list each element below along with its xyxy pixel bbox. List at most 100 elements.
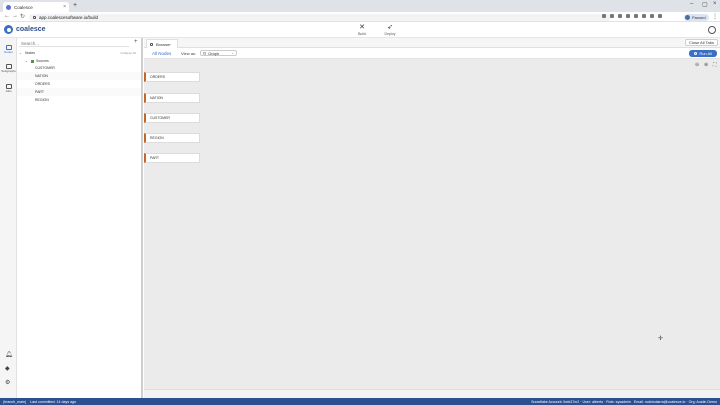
rail-item-nodes[interactable]: Nodes xyxy=(0,45,17,54)
graph-node-customer[interactable]: CUSTOMER xyxy=(144,113,200,123)
nav-build-label: Build xyxy=(358,32,366,36)
reload-icon[interactable]: ↻ xyxy=(20,13,25,20)
tree-item-label: CUSTOMER xyxy=(35,66,55,70)
app-header: coalesce ✕ Build ➶ Deploy xyxy=(0,22,720,38)
nav-build[interactable]: ✕ Build xyxy=(352,24,372,36)
graph-node-label: NATION xyxy=(150,96,163,100)
tree-item-orders[interactable]: ORDERS xyxy=(17,80,141,88)
tree-group-label: Sources xyxy=(35,59,49,63)
run-all-button[interactable]: Run All xyxy=(688,50,717,57)
browser-tabstrip: Coalesce × + – ▢ × xyxy=(0,0,720,12)
user-info: Email: rodnicolarra@coalesce.io · Org: A… xyxy=(633,399,717,404)
logo-text: coalesce xyxy=(16,26,46,33)
tree-item-label: PART xyxy=(35,90,45,94)
profile-button[interactable]: Paused xyxy=(684,13,709,21)
mouse-cursor-icon: ✛ xyxy=(658,336,664,342)
status-bar: (branch_main) Last committed: 14 days ag… xyxy=(0,398,720,405)
run-all-label: Run All xyxy=(699,51,712,56)
close-all-tabs-button[interactable]: Close All Tabs xyxy=(684,39,718,46)
graph-node-orders[interactable]: ORDERS xyxy=(144,72,200,82)
graph-icon: ⅁ xyxy=(203,50,207,56)
git-branch[interactable]: (branch_main) xyxy=(3,400,26,404)
tree-item-customer[interactable]: CUSTOMER xyxy=(17,64,141,72)
graph-node-label: ORDERS xyxy=(150,75,165,79)
rail-label-nodes: Nodes xyxy=(4,50,13,54)
gear-icon[interactable]: ⚙ xyxy=(5,379,10,386)
star-icon[interactable] xyxy=(610,14,614,18)
coalesce-favicon-icon xyxy=(6,4,11,10)
address-bar[interactable]: app.coalescesoftware.io/build xyxy=(29,13,611,21)
view-as-select[interactable]: ⅁ Graph ⌄ xyxy=(200,50,237,56)
workspace-tabs: Browser Close All Tabs xyxy=(144,38,720,48)
graph-node-nation[interactable]: NATION xyxy=(144,93,200,103)
back-icon[interactable]: ← xyxy=(4,13,10,19)
rocket-icon: ➶ xyxy=(387,24,393,31)
browser-menu-icon[interactable]: ⋮ xyxy=(712,13,718,20)
left-rail: Nodes Subgraphs Jobs 🔔︎ ◆ ⚙ xyxy=(0,38,17,398)
git-icon[interactable]: ◆ xyxy=(5,365,10,372)
window-close-icon[interactable]: × xyxy=(713,1,717,7)
tree-item-label: REGION xyxy=(35,98,49,102)
browser-tab-title: Coalesce xyxy=(14,4,33,10)
maximize-icon[interactable]: ▢ xyxy=(702,1,708,8)
chevron-down-icon: ⌄ xyxy=(25,59,28,63)
wrench-icon: ✕ xyxy=(359,24,365,31)
extension-icon[interactable] xyxy=(634,14,638,18)
all-nodes-link[interactable]: All Nodes xyxy=(152,51,171,56)
forward-icon[interactable]: → xyxy=(12,13,18,19)
new-tab-button[interactable]: + xyxy=(73,2,77,9)
graph-node-label: REGION xyxy=(150,136,164,140)
tree-item-part[interactable]: PART xyxy=(17,88,141,96)
tab-browser-label: Browser xyxy=(156,41,171,47)
bottom-panel-bar[interactable] xyxy=(144,389,720,398)
node-browser-panel: Search... + ⌄ Nodes Collapse All ⌄ Sourc… xyxy=(17,38,143,398)
search-placeholder: Search... xyxy=(21,40,40,46)
account-info: Snowflake Account: lbdd17m2 · User: albe… xyxy=(531,399,631,404)
minimize-icon[interactable]: – xyxy=(690,1,693,7)
rail-label-jobs: Jobs xyxy=(5,89,12,93)
last-committed: Last committed: 14 days ago xyxy=(30,399,77,404)
lock-icon xyxy=(33,15,36,19)
graph-node-label: CUSTOMER xyxy=(150,116,170,120)
browser-tab-icon xyxy=(150,42,153,46)
puzzle-icon[interactable] xyxy=(650,14,654,18)
url-text: app.coalescesoftware.io/build xyxy=(39,14,99,20)
chevron-down-icon: ⌄ xyxy=(231,51,234,55)
browser-omnibar: ← → ↻ app.coalescesoftware.io/build Paus… xyxy=(0,12,720,22)
extension-icon[interactable] xyxy=(642,14,646,18)
rail-item-subgraphs[interactable]: Subgraphs xyxy=(0,64,17,73)
profile-label: Paused xyxy=(692,14,706,20)
extension-icon[interactable] xyxy=(626,14,630,18)
avatar xyxy=(685,14,690,20)
tree-item-label: NATION xyxy=(35,74,48,78)
tree-item-nation[interactable]: NATION xyxy=(17,72,141,80)
close-icon[interactable]: × xyxy=(63,4,66,10)
nav-deploy-label: Deploy xyxy=(384,32,396,36)
user-icon[interactable] xyxy=(708,26,716,34)
source-folder-icon xyxy=(30,59,34,63)
bell-icon[interactable]: 🔔︎ xyxy=(5,351,13,358)
browser-tab[interactable]: Coalesce × xyxy=(3,2,69,12)
share-icon[interactable] xyxy=(602,14,606,18)
graph-node-label: PART xyxy=(150,156,160,160)
extension-icons xyxy=(602,14,662,18)
tab-browser[interactable]: Browser xyxy=(146,39,178,48)
rail-item-jobs[interactable]: Jobs xyxy=(0,84,17,93)
rail-label-subgraphs: Subgraphs xyxy=(1,69,16,73)
sidebar-icon[interactable] xyxy=(658,14,662,18)
nav-deploy[interactable]: ➶ Deploy xyxy=(380,24,400,36)
logo: coalesce xyxy=(4,25,46,34)
tree-root-label: Nodes xyxy=(24,51,36,55)
main-workspace: Browser Close All Tabs All Nodes View as… xyxy=(144,38,720,398)
tree-item-region[interactable]: REGION xyxy=(17,96,141,104)
extension-icon[interactable] xyxy=(618,14,622,18)
tree-root-nodes[interactable]: ⌄ Nodes Collapse All xyxy=(17,49,141,57)
coalesce-logo-icon xyxy=(4,25,13,34)
view-as-label: View as: xyxy=(181,51,197,56)
search-input[interactable]: Search... xyxy=(19,40,129,47)
collapse-all-button[interactable]: Collapse All xyxy=(120,51,136,55)
add-node-button[interactable]: + xyxy=(134,39,138,45)
graph-node-part[interactable]: PART xyxy=(144,153,200,163)
graph-canvas[interactable]: ORDERS NATION CUSTOMER REGION PART ✛ xyxy=(144,59,720,389)
graph-node-region[interactable]: REGION xyxy=(144,133,200,143)
